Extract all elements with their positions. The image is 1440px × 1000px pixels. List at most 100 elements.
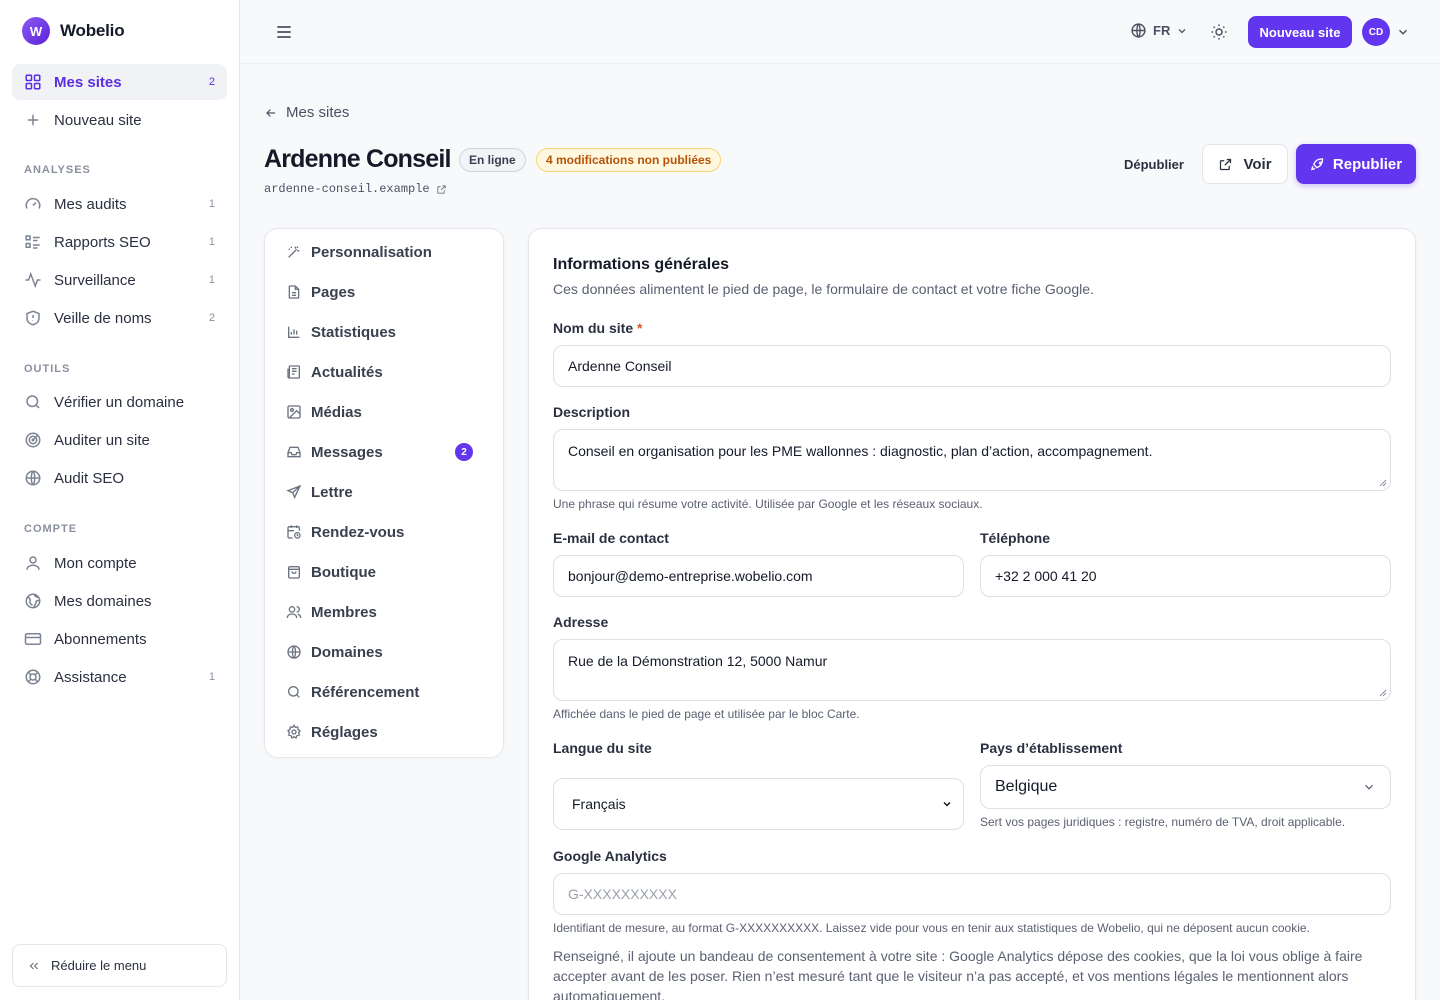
republish-button[interactable]: Republier	[1296, 144, 1416, 184]
subnav-item-actualites[interactable]: Actualités	[277, 355, 492, 389]
avatar[interactable]: CD	[1362, 18, 1390, 46]
site-name-field[interactable]: Ardenne Conseil	[553, 345, 1391, 387]
globe-icon	[1131, 23, 1146, 38]
globe-icon	[25, 593, 41, 609]
sidebar-item-auditer-site[interactable]: Auditer un site	[12, 422, 227, 458]
subnav-item-label: Membres	[311, 603, 377, 621]
sidebar-item-label: Surveillance	[54, 271, 136, 289]
subnav-item-statistiques[interactable]: Statistiques	[277, 315, 492, 349]
messages-count-badge: 2	[455, 443, 473, 461]
sidebar-item-label: Mon compte	[54, 554, 137, 572]
external-link-icon	[1220, 158, 1232, 170]
subnav-item-rendez-vous[interactable]: Rendez-vous	[277, 515, 492, 549]
gauge-icon	[25, 197, 41, 209]
sidebar-item-count: 1	[208, 198, 215, 210]
subnav-item-domaines[interactable]: Domaines	[277, 635, 492, 669]
sun-icon[interactable]	[1210, 23, 1228, 41]
subnav-item-boutique[interactable]: Boutique	[277, 555, 492, 589]
grid-icon	[25, 74, 41, 90]
site-domain-label: ardenne-conseil.example	[264, 182, 430, 196]
subnav-item-reglages[interactable]: Réglages	[277, 715, 492, 749]
sidebar-item-audit-seo[interactable]: Audit SEO	[12, 460, 227, 496]
gear-icon	[287, 724, 301, 739]
subnav-item-label: Messages	[311, 443, 383, 461]
subnav-item-label: Pages	[311, 283, 356, 301]
sidebar-item-label: Abonnements	[54, 630, 147, 648]
view-site-button[interactable]: Voir	[1202, 144, 1288, 184]
brand[interactable]: W Wobelio	[22, 17, 125, 45]
sidebar-item-mes-domaines[interactable]: Mes domaines	[12, 583, 227, 619]
sidebar-item-assistance[interactable]: Assistance 1	[12, 659, 227, 695]
sidebar-item-label: Auditer un site	[54, 431, 150, 449]
language-switcher[interactable]: FR	[1130, 22, 1188, 39]
view-site-label: Voir	[1243, 155, 1272, 173]
sidebar-item-mes-audits[interactable]: Mes audits 1	[12, 186, 227, 222]
arrow-left-icon	[266, 108, 276, 117]
language-select-value: Français	[572, 796, 626, 812]
sidebar-item-count: 1	[208, 274, 215, 286]
sidebar-item-label: Audit SEO	[54, 469, 125, 487]
unpublish-button[interactable]: Dépublier	[1112, 148, 1196, 180]
collapse-menu-button[interactable]: Réduire le menu	[12, 944, 227, 987]
subnav-item-referencement[interactable]: Référencement	[277, 675, 492, 709]
country-select[interactable]: Belgique	[980, 765, 1391, 809]
analytics-field[interactable]: G-XXXXXXXXXX	[553, 873, 1391, 915]
country-select-value: Belgique	[995, 778, 1058, 795]
sidebar-item-verifier-domaine[interactable]: Vérifier un domaine	[12, 384, 227, 420]
site-name-label: Nom du site *	[553, 320, 642, 336]
subnav-item-label: Domaines	[311, 643, 383, 661]
chevron-down-icon[interactable]	[1396, 25, 1410, 39]
form-subtitle: Ces données alimentent le pied de page, …	[553, 281, 1094, 297]
lifebuoy-icon	[25, 669, 41, 685]
language-label: Langue du site	[553, 740, 652, 756]
back-link[interactable]: Mes sites	[264, 104, 349, 121]
sidebar-item-mon-compte[interactable]: Mon compte	[12, 545, 227, 581]
users-icon	[286, 606, 302, 619]
shield-icon	[26, 310, 40, 326]
resize-handle-icon[interactable]	[1379, 689, 1387, 697]
subnav-item-medias[interactable]: Médias	[277, 395, 492, 429]
shopping-bag-icon	[288, 566, 300, 579]
subnav-item-pages[interactable]: Pages	[277, 275, 492, 309]
new-site-button[interactable]: Nouveau site	[1248, 16, 1352, 48]
sidebar-item-label: Mes domaines	[54, 592, 152, 610]
country-help: Sert vos pages juridiques : registre, nu…	[980, 815, 1346, 829]
sidebar-item-abonnements[interactable]: Abonnements	[12, 621, 227, 657]
sidebar-item-nouveau-site[interactable]: Nouveau site	[12, 102, 227, 138]
site-domain-link[interactable]: ardenne-conseil.example	[264, 182, 447, 196]
sidebar-item-label: Veille de noms	[54, 309, 152, 327]
sidebar-item-surveillance[interactable]: Surveillance 1	[12, 262, 227, 298]
rocket-icon	[1311, 157, 1324, 170]
subnav-item-lettre[interactable]: Lettre	[277, 475, 492, 509]
section-title-outils: OUTILS	[24, 363, 71, 375]
sidebar-item-count: 2	[208, 312, 215, 324]
subnav-item-label: Réglages	[311, 723, 378, 741]
image-icon	[287, 405, 301, 419]
resize-handle-icon[interactable]	[1379, 479, 1387, 487]
radar-icon	[25, 432, 41, 448]
calendar-clock-icon	[287, 525, 301, 539]
subnav-item-membres[interactable]: Membres	[277, 595, 492, 629]
subnav-item-label: Actualités	[311, 363, 383, 381]
subnav-item-personnalisation[interactable]: Personnalisation	[277, 235, 492, 269]
address-field[interactable]: Rue de la Démonstration 12, 5000 Namur	[553, 639, 1391, 701]
sidebar: W Wobelio Mes sites 2 Nouveau site ANALY…	[0, 0, 240, 1000]
sidebar-item-veille-de-noms[interactable]: Veille de noms 2	[12, 300, 227, 336]
sidebar-item-count: 2	[208, 76, 215, 88]
subnav-item-label: Médias	[311, 403, 362, 421]
hamburger-menu-icon[interactable]	[274, 22, 294, 42]
sidebar-item-rapports-seo[interactable]: Rapports SEO 1	[12, 224, 227, 260]
subnav-item-messages[interactable]: Messages 2	[277, 435, 492, 469]
description-field[interactable]: Conseil en organisation pour les PME wal…	[553, 429, 1391, 491]
email-field[interactable]: bonjour@demo-entreprise.wobelio.com	[553, 555, 964, 597]
subnav-item-label: Référencement	[311, 683, 420, 701]
site-settings-nav: Personnalisation Pages Statistiques Actu…	[264, 228, 504, 758]
sidebar-item-mes-sites[interactable]: Mes sites 2	[12, 64, 227, 100]
site-name-label-text: Nom du site	[553, 320, 634, 336]
language-select[interactable]: Français	[553, 778, 964, 830]
sidebar-item-label: Mes sites	[54, 73, 122, 91]
sidebar-item-label: Assistance	[54, 668, 127, 686]
user-icon	[26, 556, 40, 570]
phone-field[interactable]: +32 2 000 41 20	[980, 555, 1391, 597]
collapse-menu-label: Réduire le menu	[51, 958, 147, 973]
